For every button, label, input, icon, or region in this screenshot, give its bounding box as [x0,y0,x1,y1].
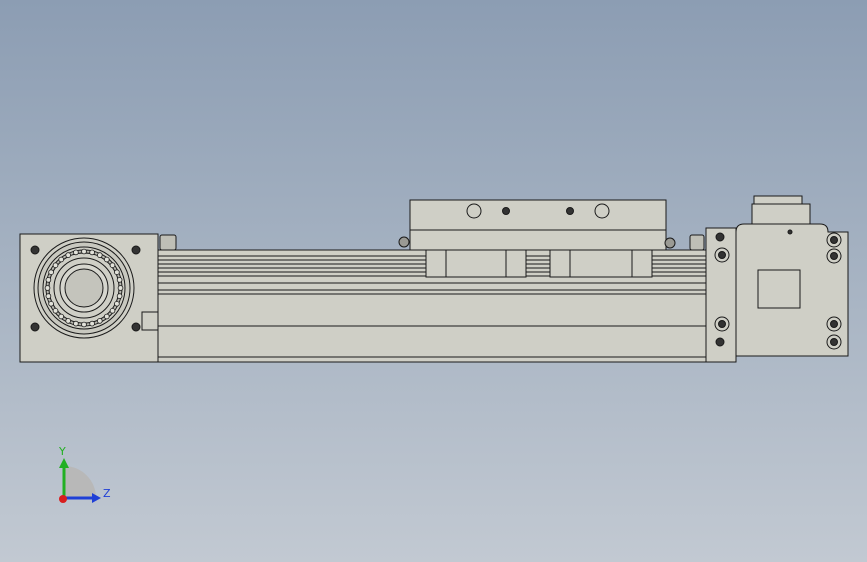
end-pin-left [159,234,177,251]
bearing-roller [104,313,110,320]
z-axis-label: Z [103,487,111,500]
bearing-roller [73,249,79,256]
bearing-roller [104,256,110,263]
y-axis-label: Y [58,445,66,458]
bearing-roller [48,269,54,276]
bearing-roller [73,320,79,327]
bearing-roller [116,293,123,299]
x-axis-origin-dot [59,495,67,503]
linear-actuator-model[interactable]: Y Z [0,0,867,562]
y-axis-arrowhead [59,458,69,468]
bearing-roller [45,293,52,299]
bearing-roller [45,277,52,283]
cad-viewport[interactable]: Y Z [0,0,867,562]
bearing-roller [114,300,120,307]
bearing-roller [48,300,54,307]
bearing-roller [52,262,59,269]
bearing-roller [109,307,116,314]
bearing-roller [44,285,51,291]
triad-quadrant-shading [64,466,96,498]
axis-triad: Y Z [58,445,111,503]
left-end-block[interactable] [19,233,159,363]
bearing-roller [81,321,87,328]
bearing-roller [89,320,95,327]
bearing-roller [109,262,116,269]
bearing-roller [65,252,71,258]
bearing-roller [97,252,103,258]
bearing-roller [65,318,71,324]
bearing-roller [58,313,64,320]
bearing-roller [116,277,123,283]
bearing-roller [58,256,64,263]
z-axis-arrowhead [92,493,101,503]
bearing-roller [117,285,124,291]
bearing-roller [114,269,120,276]
bearing-roller [81,248,87,255]
bearing-roller [97,318,103,324]
end-pin-right [689,234,705,251]
bearing-roller [89,249,95,256]
bearing-roller [52,307,59,314]
